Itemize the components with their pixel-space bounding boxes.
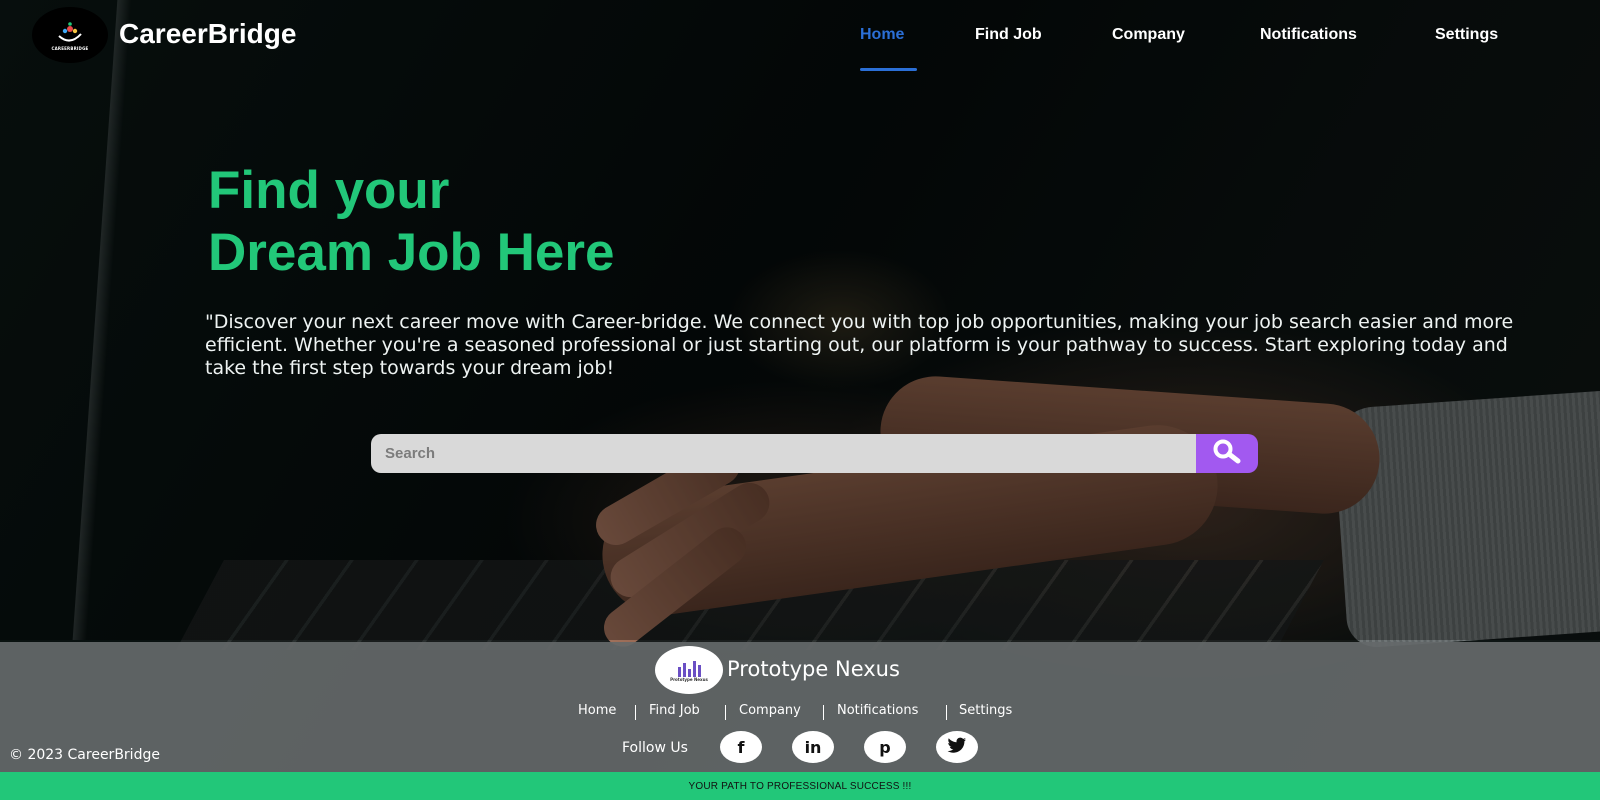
nav-home[interactable]: Home bbox=[860, 26, 904, 44]
twitter-icon bbox=[947, 737, 967, 757]
footer-divider bbox=[635, 705, 636, 720]
footer-logo[interactable]: Prototype Nexus bbox=[655, 646, 723, 694]
hero-description: "Discover your next career move with Car… bbox=[205, 311, 1514, 379]
tagline-bar: YOUR PATH TO PROFESSIONAL SUCCESS !!! bbox=[0, 772, 1600, 800]
footer-link-find-job[interactable]: Find Job bbox=[649, 703, 700, 718]
footer-links: Home Find Job Company Notifications Sett… bbox=[0, 703, 1600, 723]
hero-title-line-1: Find your bbox=[208, 161, 450, 220]
hero-title-line-2: Dream Job Here bbox=[208, 223, 615, 282]
nav-active-indicator bbox=[860, 68, 917, 71]
facebook-icon: f bbox=[737, 737, 745, 757]
footer-link-company[interactable]: Company bbox=[739, 703, 801, 718]
footer-link-home[interactable]: Home bbox=[578, 703, 616, 718]
facebook-button[interactable]: f bbox=[720, 731, 762, 763]
linkedin-icon: in bbox=[804, 737, 822, 757]
twitter-button[interactable] bbox=[936, 731, 978, 763]
footer-divider bbox=[725, 705, 726, 720]
tagline: YOUR PATH TO PROFESSIONAL SUCCESS !!! bbox=[688, 780, 912, 792]
nav-find-job[interactable]: Find Job bbox=[975, 26, 1042, 44]
nav-notifications[interactable]: Notifications bbox=[1260, 26, 1357, 44]
follow-us-label: Follow Us bbox=[622, 740, 688, 756]
linkedin-button[interactable]: in bbox=[792, 731, 834, 763]
footer-divider bbox=[823, 705, 824, 720]
footer-divider bbox=[946, 705, 947, 720]
footer-link-notifications[interactable]: Notifications bbox=[837, 703, 918, 718]
footer-link-settings[interactable]: Settings bbox=[959, 703, 1012, 718]
footer-brand: Prototype Nexus bbox=[727, 657, 900, 681]
search-button[interactable] bbox=[1196, 434, 1258, 473]
search-icon bbox=[1212, 439, 1242, 468]
nav-company[interactable]: Company bbox=[1112, 26, 1185, 44]
nav-settings[interactable]: Settings bbox=[1435, 26, 1498, 44]
pinterest-icon: p bbox=[879, 737, 891, 757]
copyright: © 2023 CareerBridge bbox=[9, 747, 160, 763]
hero-title: Find your Dream Job Here bbox=[208, 160, 615, 284]
pinterest-button[interactable]: p bbox=[864, 731, 906, 763]
main-nav: Home Find Job Company Notifications Sett… bbox=[0, 26, 1600, 76]
search-input[interactable] bbox=[371, 434, 1196, 473]
bar-chart-logo-icon bbox=[678, 660, 701, 677]
footer-logo-text: Prototype Nexus bbox=[670, 676, 708, 682]
